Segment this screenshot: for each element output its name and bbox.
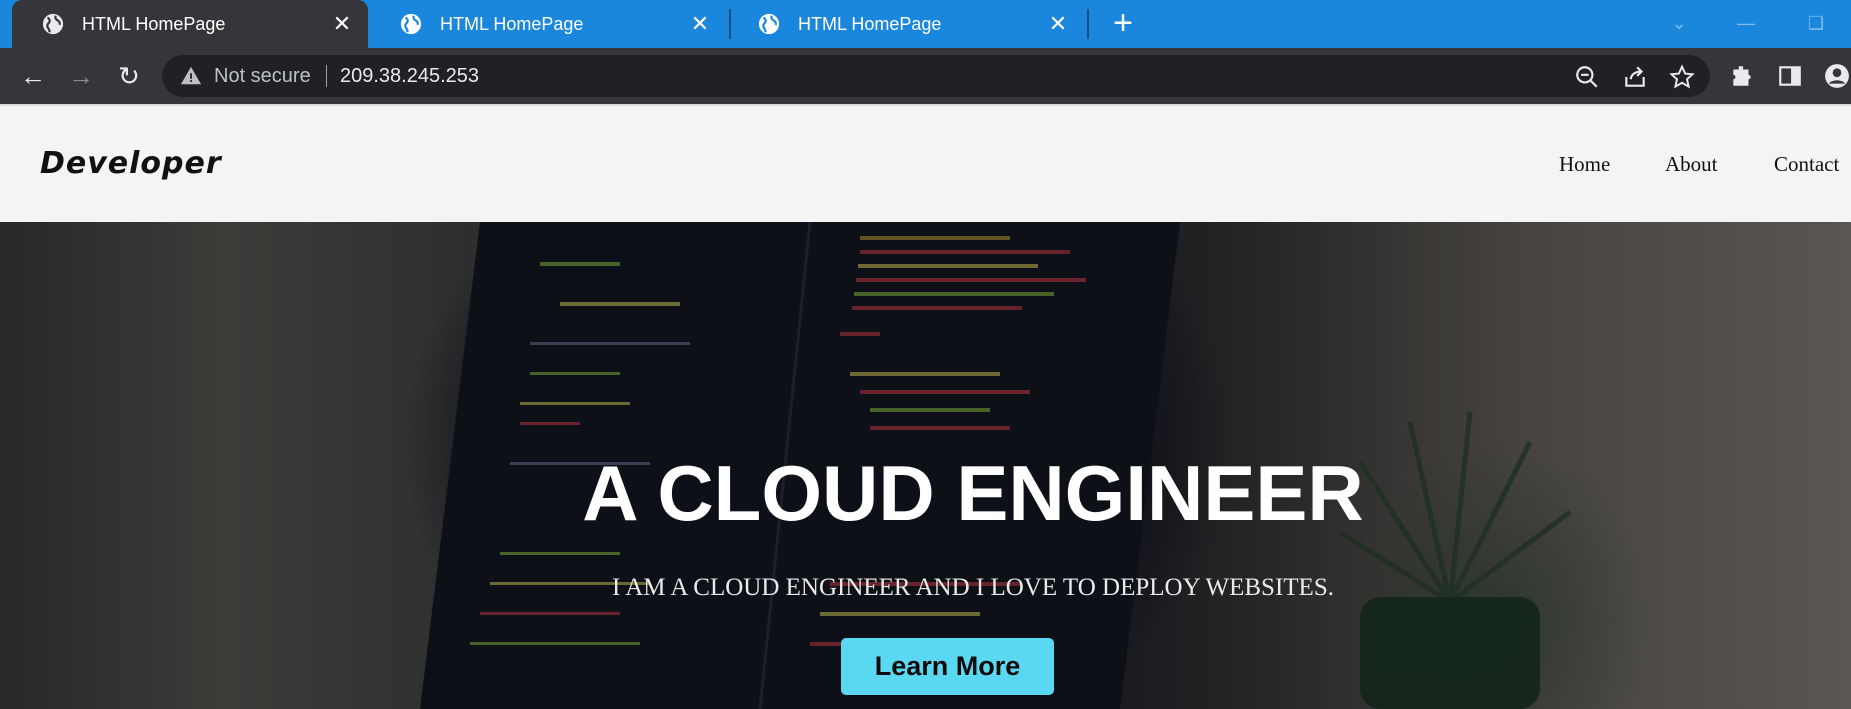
hero-section: A CLOUD ENGINEER I AM A CLOUD ENGINEER A… (0, 222, 1851, 709)
tab-3[interactable]: HTML HomePage ✕ (728, 0, 1084, 48)
forward-arrow-icon[interactable]: → (65, 60, 97, 92)
tab-search-icon[interactable]: ⌄ (1664, 8, 1694, 38)
restore-icon[interactable]: ❏ (1801, 8, 1831, 38)
site-header: Developer Home About Contact (0, 104, 1851, 222)
address-divider (326, 65, 327, 87)
minimize-icon[interactable]: — (1731, 8, 1761, 38)
tab-title: HTML HomePage (440, 13, 584, 34)
tab-2[interactable]: HTML HomePage ✕ (370, 0, 726, 48)
close-tab-icon[interactable]: ✕ (1046, 12, 1070, 36)
reload-icon[interactable]: ↻ (113, 60, 145, 92)
tab-title: HTML HomePage (82, 13, 226, 34)
learn-more-button[interactable]: Learn More (841, 638, 1054, 695)
address-bar[interactable]: Not secure 209.38.245.253 (162, 55, 1710, 97)
back-arrow-icon[interactable]: ← (17, 60, 49, 92)
globe-icon (758, 13, 780, 35)
extensions-icon[interactable] (1729, 63, 1755, 89)
site-logo[interactable]: Developer (40, 146, 222, 181)
tab-1[interactable]: HTML HomePage ✕ (12, 0, 368, 48)
zoom-out-icon[interactable] (1574, 64, 1600, 90)
nav-link-home[interactable]: Home (1559, 152, 1610, 177)
globe-icon (42, 13, 64, 35)
url-text[interactable]: 209.38.245.253 (340, 65, 479, 88)
new-tab-button[interactable]: + (1108, 6, 1138, 40)
nav-link-about[interactable]: About (1665, 152, 1718, 177)
web-page: Developer Home About Contact A CLOUD ENG… (0, 104, 1851, 709)
browser-toolbar: ← → ↻ Not secure 209.38.245.253 (0, 48, 1851, 104)
side-panel-icon[interactable] (1777, 63, 1803, 89)
share-icon[interactable] (1622, 64, 1648, 90)
bookmark-star-icon[interactable] (1669, 64, 1695, 90)
hero-subtitle: I AM A CLOUD ENGINEER AND I LOVE TO DEPL… (612, 574, 1334, 601)
tab-title: HTML HomePage (798, 13, 942, 34)
warning-icon[interactable] (180, 65, 202, 87)
close-tab-icon[interactable]: ✕ (330, 12, 354, 36)
globe-icon (400, 13, 422, 35)
browser-tabstrip: HTML HomePage ✕ HTML HomePage ✕ HTML Hom… (0, 0, 1851, 48)
nav-link-contact[interactable]: Contact (1774, 152, 1839, 177)
hero-title: A CLOUD ENGINEER (582, 449, 1364, 537)
tab-separator (1087, 9, 1089, 39)
security-label[interactable]: Not secure (214, 65, 311, 88)
profile-icon[interactable] (1824, 63, 1850, 89)
close-tab-icon[interactable]: ✕ (688, 12, 712, 36)
